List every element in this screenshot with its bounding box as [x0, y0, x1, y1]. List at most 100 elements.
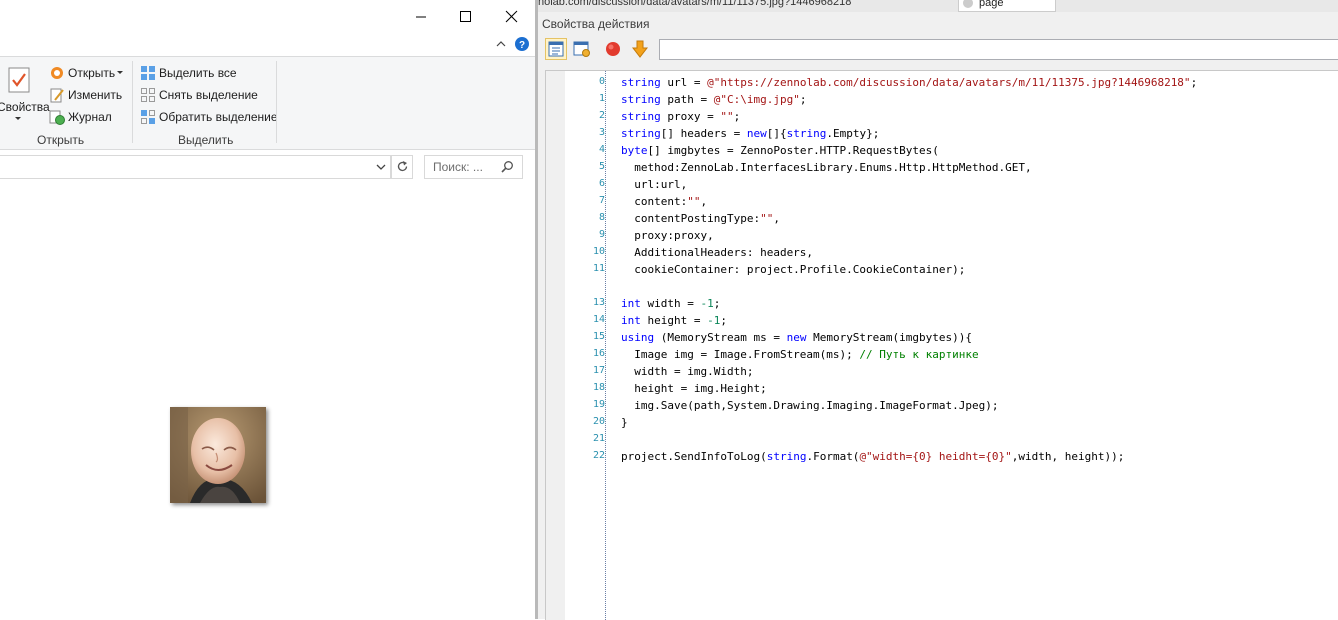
move-down-button[interactable] — [629, 38, 651, 60]
code-editor[interactable]: 0 1 2 3 4 5 6 7 8 9 10 11 13 14 15 16 17… — [545, 70, 1338, 620]
code-line: cookieContainer: project.Profile.CookieC… — [621, 263, 966, 276]
code-line: } — [621, 416, 628, 429]
explorer-ribbon: Свойства Открыть Изменить Журнал Открыть… — [0, 56, 535, 150]
code-line: contentPostingType:"", — [621, 212, 780, 225]
address-bar[interactable] — [0, 155, 391, 179]
line-number: 4 — [598, 144, 605, 155]
panel-title: Свойства действия — [542, 17, 650, 31]
search-box[interactable]: Поиск: ... — [424, 155, 523, 179]
history-icon — [49, 110, 65, 125]
line-number: 13 — [592, 297, 605, 308]
open-button[interactable]: Открыть — [68, 66, 115, 80]
page-icon — [963, 0, 973, 8]
code-line: int height = -1; — [621, 314, 727, 327]
code-line: using (MemoryStream ms = new MemoryStrea… — [621, 331, 973, 344]
line-number: 10 — [592, 246, 605, 257]
action-name-input[interactable] — [659, 39, 1338, 60]
code-view-button[interactable] — [545, 38, 567, 60]
code-line: string url = @"https://zennolab.com/disc… — [621, 76, 1198, 89]
line-number: 2 — [598, 110, 605, 121]
properties-icon — [8, 67, 30, 93]
line-number: 5 — [598, 161, 605, 172]
arrow-down-icon — [631, 40, 649, 58]
code-line: int width = -1; — [621, 297, 721, 310]
line-number: 21 — [592, 433, 605, 444]
properties-toolbar — [538, 34, 1338, 66]
line-number: 1 — [598, 93, 605, 104]
code-line: AdditionalHeaders: headers, — [621, 246, 814, 259]
line-number: 19 — [592, 399, 605, 410]
panel-title-bar: Свойства действия — [538, 12, 1338, 34]
invert-selection-button[interactable]: Обратить выделение — [159, 110, 278, 124]
search-input[interactable]: Поиск: ... — [433, 160, 483, 174]
line-number: 11 — [592, 263, 605, 274]
line-number: 18 — [592, 382, 605, 393]
editor-gutter — [546, 71, 565, 620]
code-line: content:"", — [621, 195, 708, 208]
line-number: 3 — [598, 127, 605, 138]
code-line: method:ZennoLab.InterfacesLibrary.Enums.… — [621, 161, 1032, 174]
code-line: project.SendInfoToLog(string.Format(@"wi… — [621, 450, 1125, 463]
line-number: 7 — [598, 195, 605, 206]
properties-dropdown-icon[interactable] — [15, 117, 21, 121]
ribbon-header: ? — [0, 35, 535, 56]
help-icon[interactable]: ? — [515, 37, 529, 51]
explorer-titlebar — [0, 0, 535, 35]
fold-margin — [605, 71, 606, 620]
code-line: width = img.Width; — [621, 365, 754, 378]
minimize-icon — [416, 16, 426, 18]
minimize-button[interactable] — [398, 0, 444, 32]
stop-icon — [606, 42, 620, 56]
select-none-button[interactable]: Снять выделение — [159, 88, 258, 102]
properties-button-label[interactable]: Свойства — [0, 100, 50, 114]
invert-selection-icon — [141, 110, 155, 124]
ribbon-separator — [132, 61, 133, 143]
edit-button[interactable]: Изменить — [68, 88, 122, 102]
file-explorer-window: ? Свойства Открыть Изменить Журнал Откры… — [0, 0, 535, 619]
refresh-button[interactable] — [391, 155, 413, 179]
select-all-icon — [141, 66, 155, 80]
action-properties-panel: nolab.com/discussion/data/avatars/m/11/1… — [538, 0, 1338, 620]
ribbon-separator — [276, 61, 277, 143]
stop-button[interactable] — [602, 38, 624, 60]
edit-icon — [50, 88, 64, 103]
settings-view-button[interactable] — [571, 38, 593, 60]
line-number: 17 — [592, 365, 605, 376]
line-numbers: 0 1 2 3 4 5 6 7 8 9 10 11 13 14 15 16 17… — [565, 71, 605, 620]
select-all-button[interactable]: Выделить все — [159, 66, 237, 80]
ribbon-group-select-label: Выделить — [178, 133, 234, 147]
open-dropdown-icon[interactable] — [117, 71, 123, 75]
code-line: proxy:proxy, — [621, 229, 714, 242]
code-line: Image img = Image.FromStream(ms); // Пут… — [621, 348, 979, 361]
svg-text:?: ? — [519, 40, 525, 51]
window-settings-icon — [573, 41, 590, 57]
line-number: 9 — [598, 229, 605, 240]
browser-tab-label: page — [979, 0, 1004, 9]
close-button[interactable] — [489, 0, 535, 32]
avatar — [170, 407, 266, 503]
code-line: string[] headers = new[]{string.Empty}; — [621, 127, 880, 140]
code-view-icon — [548, 41, 564, 57]
maximize-button[interactable] — [443, 0, 489, 32]
background-browser-strip: nolab.com/discussion/data/avatars/m/11/1… — [538, 0, 1338, 12]
code-line: string proxy = ""; — [621, 110, 741, 123]
browser-tab-page[interactable]: page — [958, 0, 1056, 12]
downloaded-avatar-image[interactable] — [170, 407, 266, 503]
ribbon-group-open-label: Открыть — [37, 133, 85, 147]
open-icon — [51, 67, 63, 79]
line-number: 20 — [592, 416, 605, 427]
chevron-down-icon[interactable] — [376, 164, 386, 170]
line-number: 16 — [592, 348, 605, 359]
search-icon — [501, 161, 513, 173]
line-number: 15 — [592, 331, 605, 342]
maximize-icon — [460, 11, 471, 22]
line-number: 14 — [592, 314, 605, 325]
code-line: img.Save(path,System.Drawing.Imaging.Ima… — [621, 399, 999, 412]
code-line: height = img.Height; — [621, 382, 767, 395]
line-number: 6 — [598, 178, 605, 189]
line-number: 0 — [598, 76, 605, 87]
code-line: string path = @"C:\img.jpg"; — [621, 93, 807, 106]
history-button[interactable]: Журнал — [68, 110, 112, 124]
close-icon — [505, 10, 518, 23]
collapse-ribbon-icon[interactable] — [496, 39, 506, 49]
